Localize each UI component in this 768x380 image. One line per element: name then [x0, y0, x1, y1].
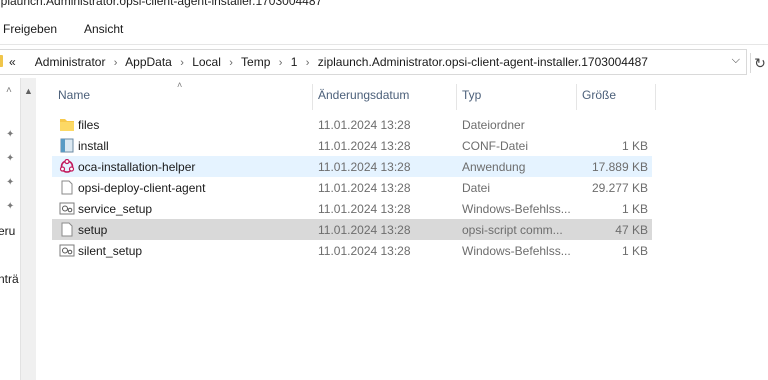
pin-icon[interactable]: ✦ — [6, 202, 16, 212]
file-name: install — [78, 139, 109, 153]
file-type: Anwendung — [462, 160, 526, 174]
pin-icon[interactable]: ✦ — [6, 154, 16, 164]
file-date: 11.01.2024 13:28 — [318, 244, 411, 258]
scroll-up-icon[interactable]: ▲ — [24, 86, 33, 96]
folder-icon — [60, 119, 74, 131]
table-row[interactable]: files 11.01.2024 13:28 Dateiordner — [52, 114, 652, 135]
column-type[interactable]: Typ — [462, 88, 481, 102]
file-date: 11.01.2024 13:28 — [318, 118, 411, 132]
file-type: Windows-Befehlss... — [462, 202, 571, 216]
breadcrumb-temp[interactable]: Temp — [241, 55, 270, 69]
app-icon — [59, 159, 75, 173]
breadcrumb-local[interactable]: Local — [192, 55, 221, 69]
breadcrumb: « Administrator › AppData › Local › Temp… — [9, 55, 648, 69]
file-size: 17.889 KB — [591, 160, 648, 174]
file-type: opsi-script comm... — [462, 223, 563, 237]
file-type: Windows-Befehlss... — [462, 244, 571, 258]
window-title-bar: ziplaunch.Administrator.opsi-client-agen… — [0, 0, 768, 8]
address-row: « Administrator › AppData › Local › Temp… — [0, 44, 768, 79]
conf-file-icon — [60, 138, 74, 153]
file-name: oca-installation-helper — [78, 160, 196, 174]
table-row[interactable]: service_setup 11.01.2024 13:28 Windows-B… — [52, 198, 652, 219]
file-type: CONF-Datei — [462, 139, 529, 153]
folder-icon — [0, 55, 3, 67]
nav-item-partial-1[interactable]: eru — [0, 224, 15, 238]
navigation-pane: ˄ ✦ ✦ ✦ ✦ eru nträ — [0, 78, 20, 380]
breadcrumb-ziplaunch[interactable]: ziplaunch.Administrator.opsi-client-agen… — [318, 55, 648, 69]
pin-icon[interactable]: ✦ — [6, 130, 16, 140]
file-name: service_setup — [78, 202, 153, 216]
file-name: silent_setup — [78, 244, 143, 258]
nav-scrollbar[interactable]: ▲ — [20, 78, 36, 380]
refresh-icon[interactable]: ↻ — [750, 53, 768, 73]
ribbon-tabs: Freigeben Ansicht — [0, 14, 768, 44]
column-name[interactable]: Name — [58, 88, 90, 102]
file-size: 1 KB — [621, 139, 648, 153]
column-date[interactable]: Änderungsdatum — [318, 88, 409, 102]
table-row[interactable]: oca-installation-helper 11.01.2024 13:28… — [52, 156, 652, 177]
file-name: opsi-deploy-client-agent — [78, 181, 206, 195]
breadcrumb-overflow[interactable]: « — [9, 55, 16, 69]
breadcrumb-administrator[interactable]: Administrator — [35, 55, 106, 69]
chevron-right-icon[interactable]: › — [114, 57, 118, 69]
chevron-up-icon[interactable]: ˄ — [6, 86, 16, 96]
table-row[interactable]: opsi-deploy-client-agent 11.01.2024 13:2… — [52, 177, 652, 198]
file-date: 11.01.2024 13:28 — [318, 202, 411, 216]
pin-icon[interactable]: ✦ — [6, 178, 16, 188]
tab-ansicht[interactable]: Ansicht — [84, 22, 123, 36]
chevron-right-icon[interactable]: › — [180, 57, 184, 69]
breadcrumb-appdata[interactable]: AppData — [125, 55, 172, 69]
file-name: files — [78, 118, 100, 132]
chevron-down-icon[interactable]: ⌵ — [732, 54, 740, 67]
file-icon — [61, 222, 73, 237]
window-title: ziplaunch.Administrator.opsi-client-agen… — [0, 0, 323, 8]
column-size[interactable]: Größe — [582, 88, 616, 102]
file-date: 11.01.2024 13:28 — [318, 160, 411, 174]
file-date: 11.01.2024 13:28 — [318, 181, 411, 195]
file-date: 11.01.2024 13:28 — [318, 139, 411, 153]
file-name: setup — [78, 223, 108, 237]
breadcrumb-1[interactable]: 1 — [291, 55, 298, 69]
file-type: Dateiordner — [462, 118, 525, 132]
file-list: ˄ Name Änderungsdatum Typ Größe files 11… — [36, 78, 768, 380]
column-header: Name Änderungsdatum Typ Größe — [36, 78, 676, 112]
chevron-right-icon[interactable]: › — [279, 57, 283, 69]
nav-item-partial-2[interactable]: nträ — [0, 272, 19, 286]
tab-freigeben[interactable]: Freigeben — [3, 22, 57, 36]
table-row[interactable]: silent_setup 11.01.2024 13:28 Windows-Be… — [52, 240, 652, 261]
chevron-right-icon[interactable]: › — [306, 57, 310, 69]
file-size: 1 KB — [621, 244, 648, 258]
table-row[interactable]: install 11.01.2024 13:28 CONF-Datei 1 KB — [52, 135, 652, 156]
file-size: 1 KB — [621, 202, 648, 216]
file-icon — [61, 180, 73, 195]
batch-file-icon — [59, 244, 75, 257]
file-size: 47 KB — [615, 223, 648, 237]
file-type: Datei — [462, 181, 491, 195]
batch-file-icon — [59, 202, 75, 215]
chevron-right-icon[interactable]: › — [229, 57, 233, 69]
file-date: 11.01.2024 13:28 — [318, 223, 411, 237]
address-bar[interactable]: « Administrator › AppData › Local › Temp… — [0, 49, 747, 75]
file-size: 29.277 KB — [591, 181, 648, 195]
table-row[interactable]: setup 11.01.2024 13:28 opsi-script comm.… — [52, 219, 652, 240]
